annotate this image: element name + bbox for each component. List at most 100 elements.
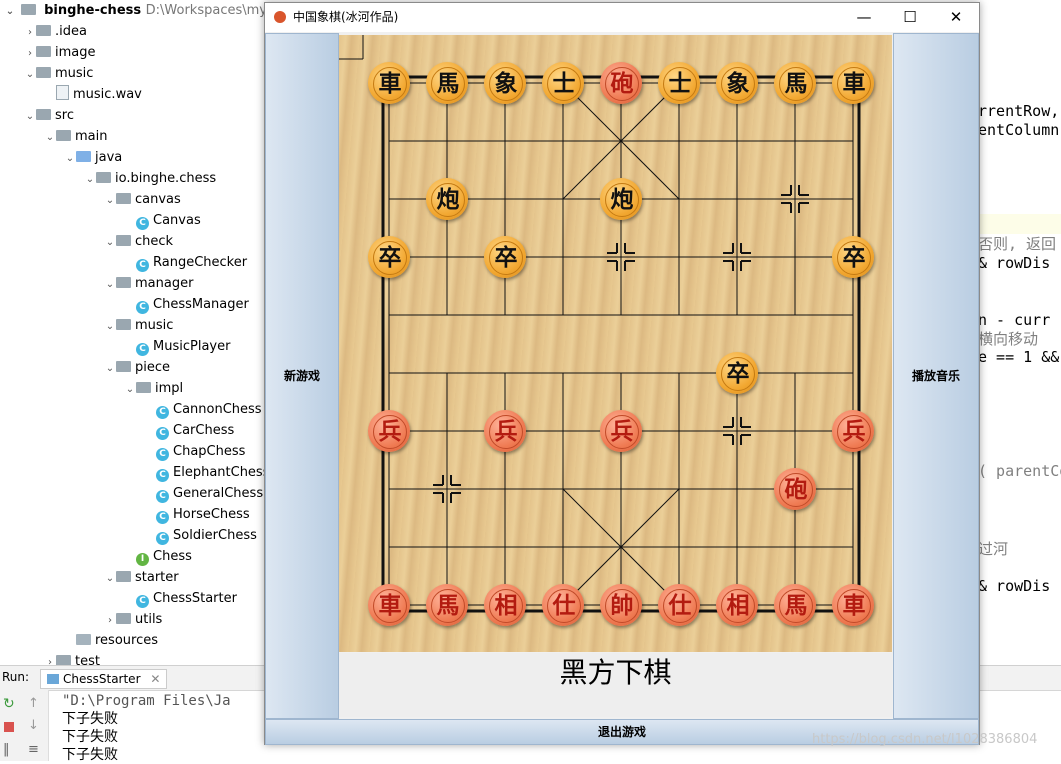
tree-item[interactable]: C ChessStarter	[124, 588, 237, 609]
red-piece[interactable]: 車	[368, 584, 410, 626]
tree-item[interactable]: music.wav	[44, 84, 142, 105]
tree-item[interactable]: ⌄ music	[104, 315, 174, 337]
tree-item[interactable]: C MusicPlayer	[124, 336, 230, 357]
red-piece[interactable]: 馬	[426, 584, 468, 626]
chevron-down-icon[interactable]: ⌄	[44, 127, 56, 148]
close-button[interactable]: ✕	[933, 3, 979, 32]
red-piece[interactable]: 兵	[832, 410, 874, 452]
black-piece[interactable]: 車	[832, 62, 874, 104]
red-piece[interactable]: 相	[484, 584, 526, 626]
red-piece[interactable]: 砲	[600, 62, 642, 104]
tree-item[interactable]: ⌄ piece	[104, 357, 170, 378]
tree-item[interactable]: I Chess	[124, 546, 192, 567]
stop-icon[interactable]	[4, 722, 14, 732]
tree-item[interactable]: C GeneralChess	[144, 483, 263, 504]
tree-item[interactable]: C SoldierChess	[144, 525, 257, 546]
black-piece[interactable]: 卒	[832, 236, 874, 278]
chevron-down-icon[interactable]: ⌄	[124, 379, 136, 400]
chevron-right-icon[interactable]: ›	[104, 610, 116, 631]
chevron-down-icon[interactable]: ⌄	[84, 169, 96, 190]
run-tab[interactable]: ChessStarter ✕	[40, 669, 168, 689]
black-piece[interactable]: 馬	[426, 62, 468, 104]
black-piece[interactable]: 士	[542, 62, 584, 104]
maximize-button[interactable]: ☐	[887, 3, 933, 32]
chevron-down-icon[interactable]: ⌄	[104, 358, 116, 379]
tree-item[interactable]: ⌄ impl	[124, 378, 183, 399]
tree-item[interactable]: C RangeChecker	[124, 252, 247, 273]
tree-item[interactable]: › .idea	[24, 21, 87, 42]
tree-item[interactable]: ⌄ manager	[104, 273, 194, 295]
chevron-down-icon[interactable]: ⌄	[104, 190, 116, 211]
chevron-down-icon[interactable]: ⌄	[104, 568, 116, 589]
red-piece[interactable]: 相	[716, 584, 758, 626]
tree-item[interactable]: › utils	[104, 609, 162, 630]
title-bar[interactable]: 中国象棋(冰河作品) — ☐ ✕	[265, 3, 979, 32]
red-piece[interactable]: 砲	[774, 468, 816, 510]
tree-item[interactable]: C ChessManager	[124, 294, 249, 315]
black-piece[interactable]: 車	[368, 62, 410, 104]
code-line: entColumn	[978, 121, 1060, 139]
chevron-right-icon[interactable]: ›	[24, 43, 36, 64]
tree-item[interactable]: resources	[64, 630, 158, 651]
tree-item[interactable]: ⌄ check	[104, 231, 173, 252]
chevron-right-icon[interactable]: ›	[24, 22, 36, 43]
chevron-down-icon[interactable]: ⌄	[104, 232, 116, 253]
chess-board[interactable]: 車馬象士砲士象馬車炮炮卒卒卒卒兵兵兵兵砲車馬相仕帥仕相馬車	[339, 35, 892, 652]
tree-item[interactable]: ⌄ main	[44, 126, 108, 148]
project-root[interactable]: ⌄ binghe-chess D:\Workspaces\mykit\ch	[4, 0, 303, 21]
tree-item[interactable]: ⌄ io.binghe.chess	[84, 168, 216, 189]
tree-item[interactable]: C CarChess	[144, 420, 234, 441]
close-icon[interactable]: ✕	[150, 672, 160, 686]
black-piece[interactable]: 馬	[774, 62, 816, 104]
black-piece[interactable]: 炮	[426, 178, 468, 220]
wrap-icon[interactable]: ≡	[28, 742, 39, 757]
class-icon: C	[156, 427, 169, 440]
red-piece[interactable]: 帥	[600, 584, 642, 626]
new-game-button[interactable]: 新游戏	[265, 33, 339, 719]
code-line: & rowDis	[978, 254, 1051, 272]
piece-label: 兵	[837, 415, 871, 449]
tree-item[interactable]: › image	[24, 42, 96, 63]
red-piece[interactable]: 兵	[484, 410, 526, 452]
black-piece[interactable]: 炮	[600, 178, 642, 220]
black-piece[interactable]: 卒	[484, 236, 526, 278]
pause-icon[interactable]: ‖	[3, 742, 10, 757]
code-editor[interactable]: rrentRow, entColumn 否则, 返回 & rowDis n - curr…	[978, 0, 1061, 640]
black-piece[interactable]: 卒	[716, 352, 758, 394]
red-piece[interactable]: 仕	[542, 584, 584, 626]
arrow-down-icon[interactable]: ↓	[28, 718, 39, 733]
tree-item[interactable]: ⌄ canvas	[104, 189, 181, 210]
black-piece[interactable]: 卒	[368, 236, 410, 278]
tree-item[interactable]: C HorseChess	[144, 504, 250, 525]
tree-item[interactable]: ⌄ starter	[104, 567, 179, 588]
play-music-button[interactable]: 播放音乐	[893, 33, 979, 719]
rerun-icon[interactable]: ↻	[3, 696, 15, 712]
black-piece[interactable]: 士	[658, 62, 700, 104]
black-piece[interactable]: 象	[484, 62, 526, 104]
red-piece[interactable]: 仕	[658, 584, 700, 626]
red-piece[interactable]: 兵	[600, 410, 642, 452]
tree-item-label: music	[135, 318, 174, 333]
chevron-down-icon[interactable]: ⌄	[24, 64, 36, 85]
chevron-down-icon[interactable]: ⌄	[104, 274, 116, 295]
piece-label: 卒	[373, 241, 407, 275]
chevron-down-icon[interactable]: ⌄	[4, 1, 16, 22]
red-piece[interactable]: 兵	[368, 410, 410, 452]
chevron-down-icon[interactable]: ⌄	[104, 316, 116, 337]
tree-item[interactable]: ⌄ music	[24, 63, 94, 85]
arrow-up-icon[interactable]: ↑	[28, 696, 39, 711]
tree-item[interactable]: C ElephantChess	[144, 462, 269, 483]
tree-item[interactable]: C ChapChess	[144, 441, 245, 462]
tree-item[interactable]: ⌄ java	[64, 147, 122, 168]
red-piece[interactable]: 馬	[774, 584, 816, 626]
minimize-button[interactable]: —	[841, 3, 887, 32]
tree-item[interactable]: C CannonChess	[144, 399, 262, 420]
tree-item-label: HorseChess	[173, 507, 250, 522]
tree-item[interactable]: ⌄ src	[24, 105, 74, 126]
tree-item[interactable]: C Canvas	[124, 210, 201, 231]
code-line: & rowDis	[978, 577, 1051, 595]
chevron-down-icon[interactable]: ⌄	[64, 148, 76, 169]
red-piece[interactable]: 車	[832, 584, 874, 626]
black-piece[interactable]: 象	[716, 62, 758, 104]
chevron-down-icon[interactable]: ⌄	[24, 106, 36, 127]
